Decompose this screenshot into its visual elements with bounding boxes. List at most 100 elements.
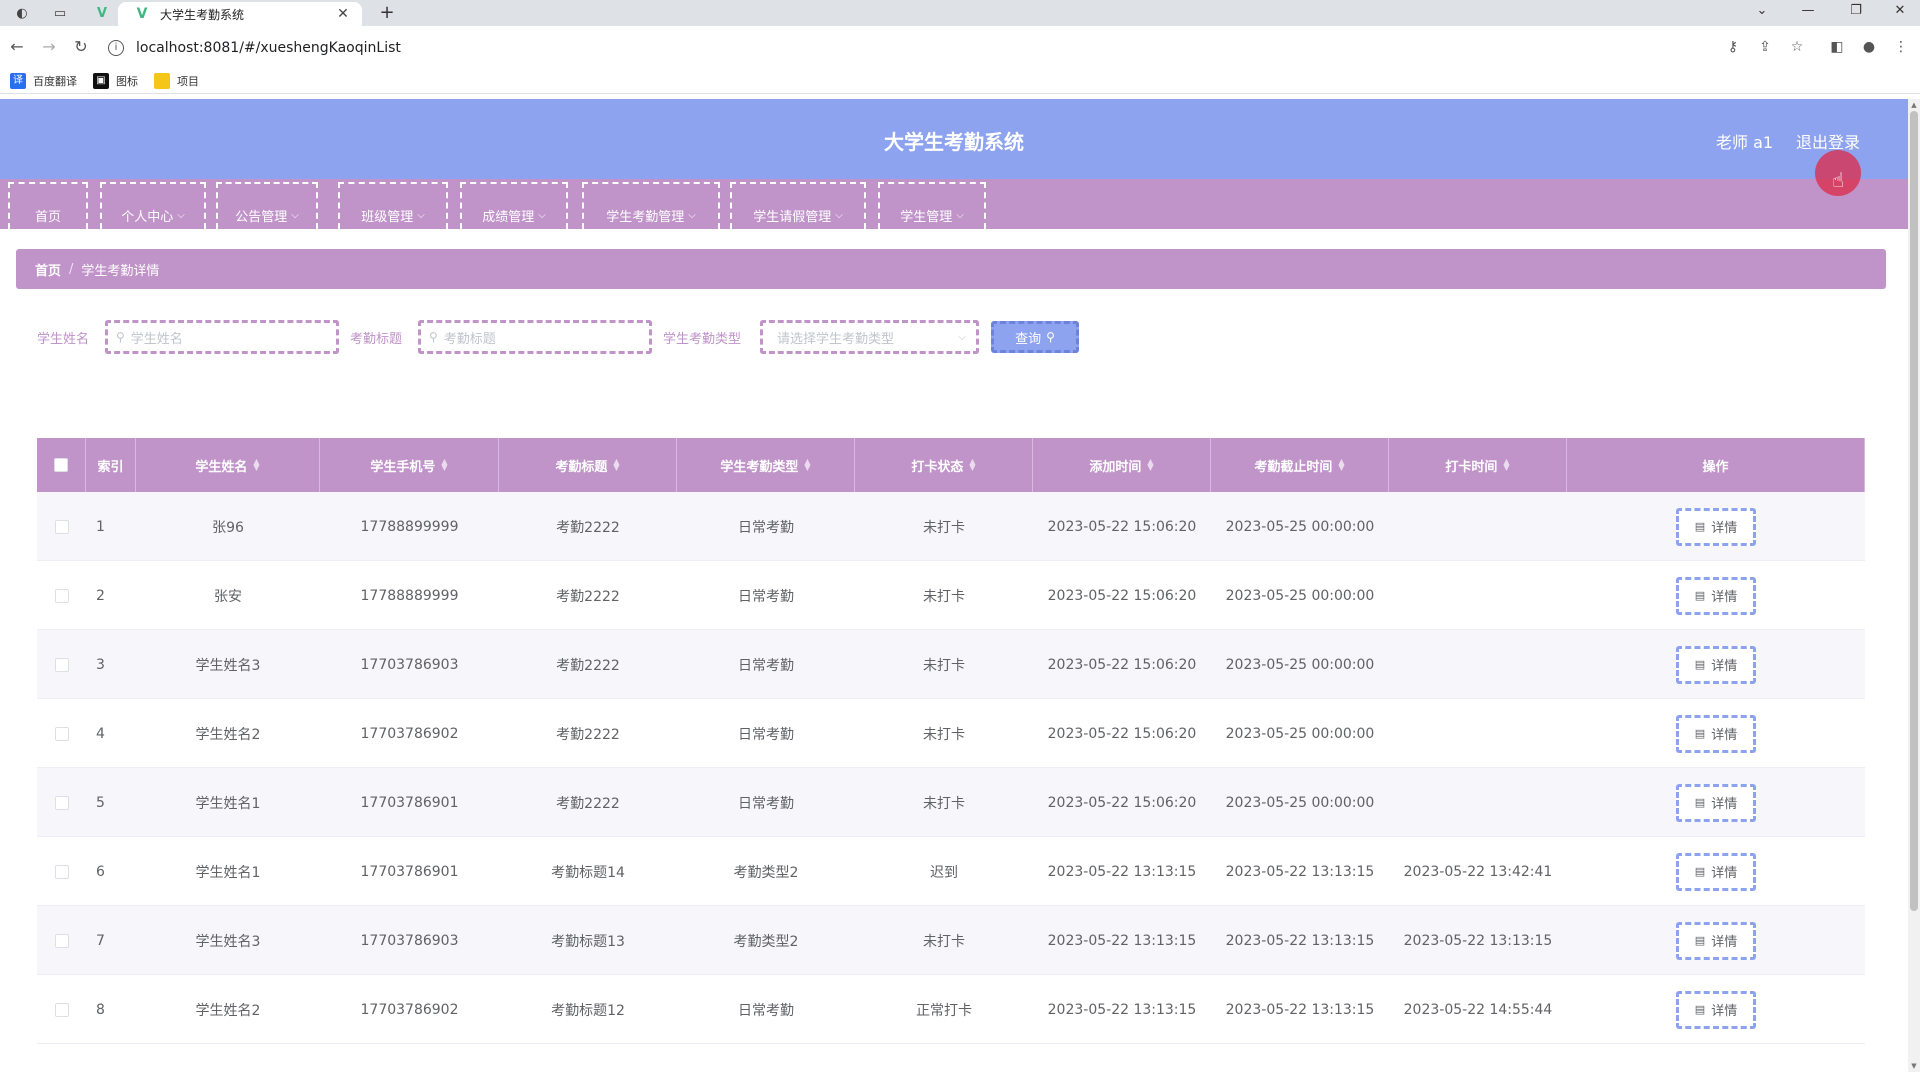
detail-button[interactable]: ▤ 详情 [1676, 921, 1756, 960]
row-checkbox[interactable] [54, 588, 69, 603]
close-window-button[interactable]: ✕ [1880, 0, 1920, 22]
bookmark-item[interactable]: ▣ 图标 [93, 72, 138, 89]
sort-icon[interactable]: ▲ ▼ [804, 458, 810, 472]
browser-tab-active[interactable]: V 大学生考勤系统 ✕ [118, 2, 362, 26]
tab-close-icon[interactable]: ✕ [334, 6, 352, 22]
attendance-title-input[interactable]: ⚲ 考勤标题 [418, 320, 652, 354]
nav-item[interactable]: 学生请假管理 ⌵ [730, 182, 866, 229]
document-icon: ▤ [1694, 589, 1706, 602]
cell-title: 考勤2222 [556, 519, 620, 536]
bookmark-item[interactable]: 项目 [154, 72, 199, 89]
sort-icon[interactable]: ▲ ▼ [1503, 458, 1509, 472]
table-row: 4 学生姓名2 17703786902 考勤2222 日常考勤 未打卡 2023-05-22… [37, 699, 1865, 768]
column-header[interactable]: 考勤截止时间 ▲ ▼ [1211, 438, 1389, 492]
side-panel-icon[interactable]: ◧ [1826, 36, 1848, 58]
minimize-button[interactable]: — [1788, 0, 1828, 22]
column-header[interactable]: 考勤标题 ▲ ▼ [499, 438, 677, 492]
profile-avatar-icon[interactable]: ● [1858, 36, 1880, 58]
bookmark-star-icon[interactable]: ☆ [1786, 36, 1808, 58]
column-header[interactable]: 学生姓名 ▲ ▼ [136, 438, 320, 492]
cell-deadline: 2023-05-25 00:00:00 [1225, 518, 1375, 535]
cell-name: 学生姓名2 [195, 1002, 261, 1019]
new-tab-button[interactable]: + [376, 2, 398, 24]
forward-arrow-icon[interactable]: → [38, 36, 60, 58]
column-header[interactable]: 打卡时间 ▲ ▼ [1389, 438, 1567, 492]
row-checkbox[interactable] [54, 933, 69, 948]
detail-button[interactable]: ▤ 详情 [1676, 645, 1756, 684]
detail-button[interactable]: ▤ 详情 [1676, 783, 1756, 822]
attendance-type-label: 学生考勤类型 [663, 332, 742, 347]
row-checkbox[interactable] [54, 795, 69, 810]
cell-index: 8 [96, 1001, 105, 1018]
column-header: 操作 [1567, 438, 1865, 492]
page-scrollbar[interactable]: ▲ ▼ [1908, 99, 1920, 1072]
bookmark-item[interactable]: 译 百度翻译 [10, 72, 77, 89]
url-field[interactable]: i localhost:8081/#/xueshengKaoqinList [108, 34, 1708, 62]
query-button[interactable]: 查询 ⚲ [991, 321, 1079, 353]
sort-icon[interactable]: ▲ ▼ [1147, 458, 1153, 472]
share-icon[interactable]: ⇪ [1754, 36, 1776, 58]
scroll-down-icon[interactable]: ▼ [1908, 1060, 1920, 1072]
nav-item[interactable]: 学生考勤管理 ⌵ [582, 182, 720, 229]
column-header[interactable]: 学生手机号 ▲ ▼ [320, 438, 499, 492]
column-header-label: 学生考勤类型 [720, 459, 799, 475]
row-checkbox[interactable] [54, 519, 69, 534]
row-checkbox[interactable] [54, 1002, 69, 1017]
vue-favicon-icon[interactable]: V [92, 4, 112, 22]
nav-item[interactable]: 首页 [8, 182, 88, 229]
tab-search-icon[interactable]: ◐ [12, 4, 32, 22]
nav-item[interactable]: 成绩管理 ⌵ [460, 182, 568, 229]
column-header[interactable]: 打卡状态 ▲ ▼ [855, 438, 1033, 492]
cell-actions: ▤ 详情 [1567, 837, 1865, 906]
site-info-icon[interactable]: i [108, 40, 124, 56]
column-header-label: 操作 [1702, 459, 1729, 475]
nav-item[interactable]: 班级管理 ⌵ [338, 182, 448, 229]
nav-item-label: 个人中心 [121, 210, 174, 225]
reload-icon[interactable]: ↻ [70, 36, 92, 58]
table-row: 3 学生姓名3 17703786903 考勤2222 日常考勤 未打卡 2023-05-22… [37, 630, 1865, 699]
sort-icon[interactable]: ▲ ▼ [441, 458, 447, 472]
detail-button[interactable]: ▤ 详情 [1676, 714, 1756, 753]
cell-type: 日常考勤 [738, 795, 794, 812]
restore-button[interactable]: ❐ [1836, 0, 1876, 22]
cell-actions: ▤ 详情 [1567, 906, 1865, 975]
nav-item[interactable]: 学生管理 ⌵ [878, 182, 986, 229]
row-checkbox[interactable] [54, 657, 69, 672]
sort-icon[interactable]: ▲ ▼ [613, 458, 619, 472]
sort-icon[interactable]: ▲ ▼ [1338, 458, 1344, 472]
select-all-checkbox[interactable] [54, 458, 68, 472]
key-icon[interactable]: ⚷ [1722, 36, 1744, 58]
attendance-table: 索引 学生姓名 ▲ ▼ 学生手机号 ▲ ▼ 考勤标题 ▲ ▼ 学生考勤类型 ▲ ▼ 打卡状态 ▲ ▼ 添加时间 ▲… [37, 438, 1865, 1044]
detail-button[interactable]: ▤ 详情 [1676, 990, 1756, 1029]
cell-deadline: 2023-05-25 00:00:00 [1225, 656, 1375, 673]
detail-label: 详情 [1711, 521, 1738, 536]
breadcrumb-home[interactable]: 首页 [35, 260, 61, 279]
sort-icon[interactable]: ▲ ▼ [969, 458, 975, 472]
row-checkbox[interactable] [54, 864, 69, 879]
nav-item[interactable]: 公告管理 ⌵ [216, 182, 318, 229]
scroll-up-icon[interactable]: ▲ [1908, 99, 1920, 111]
cell-index: 4 [96, 725, 105, 742]
nav-item[interactable]: 个人中心 ⌵ [100, 182, 206, 229]
pinned-tab-icon[interactable]: ▭ [50, 4, 70, 22]
table-row: 8 学生姓名2 17703786902 考勤标题12 日常考勤 正常打卡 2023-05-2… [37, 975, 1865, 1044]
browser-menu-icon[interactable]: ⋮ [1890, 36, 1912, 58]
attendance-type-select[interactable]: 请选择学生考勤类型 ⌵ [760, 320, 979, 354]
back-arrow-icon[interactable]: ← [6, 36, 28, 58]
student-name-input[interactable]: ⚲ 学生姓名 [105, 320, 339, 354]
scrollbar-thumb[interactable] [1910, 111, 1918, 911]
cell-phone: 17703786903 [360, 932, 459, 949]
column-header[interactable]: 添加时间 ▲ ▼ [1033, 438, 1211, 492]
tab-list-chevron-icon[interactable]: ⌄ [1742, 0, 1782, 22]
detail-button[interactable]: ▤ 详情 [1676, 576, 1756, 615]
detail-label: 详情 [1711, 866, 1738, 881]
row-checkbox[interactable] [54, 726, 69, 741]
detail-button[interactable]: ▤ 详情 [1676, 852, 1756, 891]
column-header-label: 学生手机号 [370, 459, 436, 475]
column-header[interactable]: 学生考勤类型 ▲ ▼ [677, 438, 855, 492]
sort-icon[interactable]: ▲ ▼ [253, 458, 259, 472]
logout-link[interactable]: 退出登录 [1796, 129, 1860, 153]
row-select-cell [37, 630, 86, 699]
detail-button[interactable]: ▤ 详情 [1676, 507, 1756, 546]
column-header-label: 打卡时间 [1445, 459, 1498, 475]
